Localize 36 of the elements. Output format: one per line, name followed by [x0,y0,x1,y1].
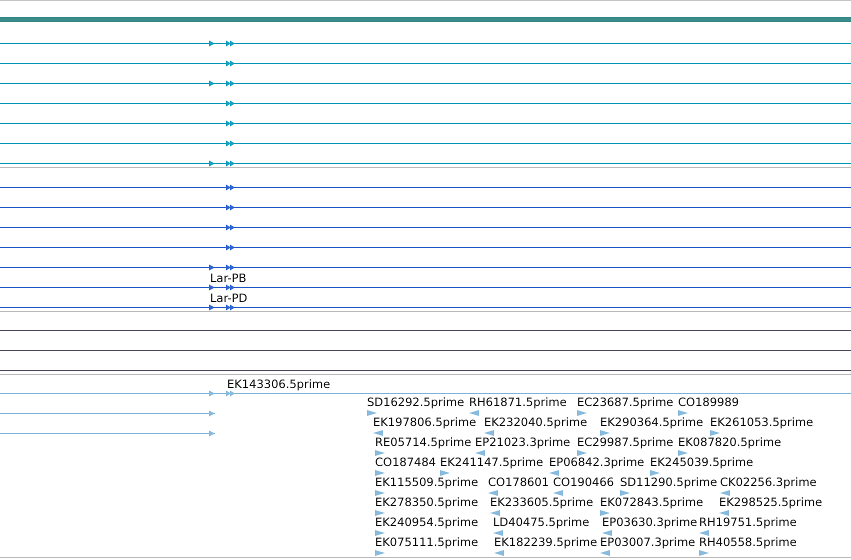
read-label: EK245039.5prime [650,456,754,469]
read-label: EK233605.5prime [490,496,594,509]
read-label: EK115509.5prime [375,476,478,489]
read-label: RH40558.5prime [699,536,797,549]
read-label: RE05714.5prime [375,436,472,449]
read-label: RH19751.5prime [699,516,797,529]
read-label: EC29987.5prime [577,436,674,449]
read-label: EP03007.3prime [600,536,696,549]
read-label: EK298525.5prime [719,496,822,509]
read-label: SD16292.5prime [367,396,464,409]
read-label: EK182239.5prime [494,536,598,549]
feature-label: Lar-PD [210,292,248,305]
read-label: RH61871.5prime [469,396,567,409]
read-label: EK087820.5prime [678,436,782,449]
read-label: CO187484 [375,456,436,469]
read-label: EK278350.5prime [375,496,478,509]
feature-label: EK143306.5prime [227,378,330,391]
read-label: EK290364.5prime [600,416,704,429]
read-label: CK02256.3prime [720,476,817,489]
read-label: EC23687.5prime [577,396,674,409]
read-label: EK072843.5prime [600,496,704,509]
read-label: EP03630.3prime [602,516,698,529]
read-label: EK075111.5prime [375,536,478,549]
read-label: EK261053.5prime [710,416,814,429]
read-label: CO178601 [488,476,549,489]
read-label: EK197806.5prime [373,416,476,429]
read-label: LD40475.5prime [493,516,590,529]
read-label: CO190466 [553,476,614,489]
read-label: EK232040.5prime [484,416,588,429]
read-label: EP21023.3prime [475,436,570,449]
read-label: EP06842.3prime [549,456,644,469]
feature-label: Lar-PB [210,272,246,285]
read-label: EK241147.5prime [440,456,544,469]
read-label: SD11290.5prime [620,476,718,489]
read-label: EK240954.5prime [375,516,478,529]
read-label: CO189989 [678,396,739,409]
